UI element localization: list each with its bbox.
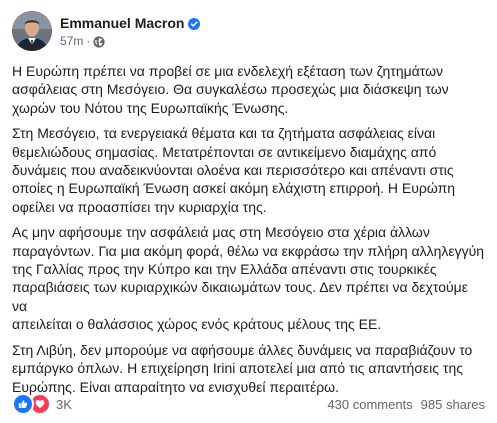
verified-badge-icon xyxy=(188,17,201,30)
post-timestamp[interactable]: 57m xyxy=(60,34,83,48)
author-avatar[interactable] xyxy=(12,11,52,51)
comments-count[interactable]: 430 comments xyxy=(327,397,412,412)
author-row: Emmanuel Macron xyxy=(60,13,201,32)
post-paragraph: Ας μην αφήσουμε την ασφάλειά μας στη Μεσ… xyxy=(12,224,485,333)
post-header: Emmanuel Macron 57m · xyxy=(12,11,201,51)
post-body: Η Ευρώπη πρέπει να προβεί σε μια ενδελεχ… xyxy=(12,62,486,403)
post-meta: Emmanuel Macron 57m · xyxy=(60,13,201,49)
engagement-stats: 430 comments 985 shares xyxy=(327,397,485,412)
globe-icon[interactable] xyxy=(93,35,105,48)
facebook-post: Emmanuel Macron 57m · Η Ευρώπη πρέπει να… xyxy=(0,0,497,423)
post-subline: 57m · xyxy=(60,33,200,49)
post-footer: 3K 430 comments 985 shares xyxy=(12,392,485,416)
reactions-summary[interactable]: 3K xyxy=(12,393,72,415)
post-paragraph: Η Ευρώπη πρέπει να προβεί σε μια ενδελεχ… xyxy=(12,63,449,116)
like-icon xyxy=(12,393,34,415)
author-name[interactable]: Emmanuel Macron xyxy=(60,15,184,31)
post-paragraph: Στη Μεσόγειο, τα ενεργειακά θέματα και τ… xyxy=(12,125,456,215)
shares-count[interactable]: 985 shares xyxy=(421,397,485,412)
post-paragraph: Στη Λιβύη, δεν μπορούμε να αφήσουμε άλλε… xyxy=(12,341,473,395)
separator-dot: · xyxy=(86,34,91,48)
avatar-photo xyxy=(12,11,52,51)
reaction-count[interactable]: 3K xyxy=(56,397,72,412)
